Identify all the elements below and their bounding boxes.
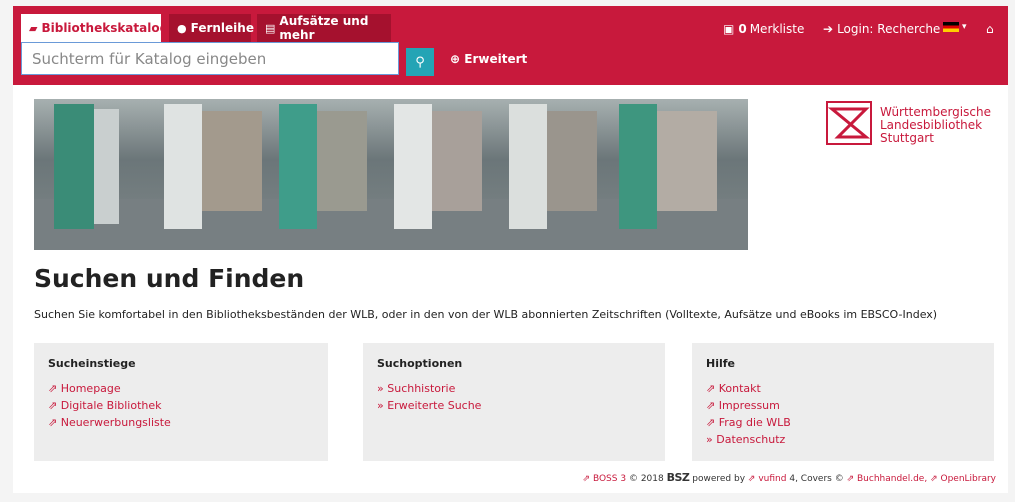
boss-label: BOSS 3 bbox=[592, 474, 627, 484]
caret-down-icon: ▾ bbox=[962, 22, 967, 32]
link-label: Frag die WLB bbox=[718, 416, 791, 429]
language-dropdown[interactable]: ▾ bbox=[943, 22, 967, 32]
tab-bibliothekskatalog[interactable]: ▰ Bibliothekskatalog bbox=[21, 14, 168, 42]
box-title: Hilfe bbox=[706, 357, 735, 370]
tab-aufsaetze[interactable]: ▤ Aufsätze und mehr bbox=[257, 14, 391, 42]
login-link[interactable]: ➔ Login: Recherche bbox=[823, 22, 940, 36]
home-icon: ⌂ bbox=[986, 22, 994, 36]
openlibrary-link[interactable]: ⇗ OpenLibrary bbox=[930, 474, 996, 484]
link-kontakt[interactable]: ⇗ Kontakt bbox=[706, 380, 980, 397]
german-flag-icon bbox=[943, 22, 959, 32]
link-label: Digitale Bibliothek bbox=[60, 399, 162, 412]
link-suchhistorie[interactable]: » Suchhistorie bbox=[377, 380, 651, 397]
page-title: Suchen und Finden bbox=[34, 264, 305, 293]
box-title: Suchoptionen bbox=[377, 357, 463, 370]
powered-by: powered by bbox=[692, 474, 746, 484]
merkliste-label: Merkliste bbox=[749, 22, 805, 36]
wlb-logo-text: Württembergische Landesbibliothek Stuttg… bbox=[880, 106, 991, 145]
link-datenschutz[interactable]: » Datenschutz bbox=[706, 431, 980, 448]
search-button[interactable]: ⚲ bbox=[406, 48, 434, 76]
briefcase-icon: ▣ bbox=[723, 22, 735, 36]
link-frag-die-wlb[interactable]: ⇗ Frag die WLB bbox=[706, 414, 980, 431]
intro-text: Suchen Sie komfortabel in den Bibliothek… bbox=[34, 308, 938, 321]
newspaper-icon: ▤ bbox=[265, 21, 276, 35]
tab-label: Bibliothekskatalog bbox=[41, 21, 169, 35]
library-banner-image bbox=[34, 99, 748, 250]
buchhandel-link[interactable]: ⇗ Buchhandel.de, bbox=[847, 474, 928, 484]
external-link-icon: ⇗ bbox=[48, 416, 58, 429]
bookshelves-illustration bbox=[34, 104, 748, 250]
home-link[interactable]: ⌂ bbox=[986, 22, 994, 36]
link-homepage[interactable]: ⇗ Homepage bbox=[48, 380, 314, 397]
openlibrary-label: OpenLibrary bbox=[940, 474, 996, 484]
link-label: Datenschutz bbox=[716, 433, 786, 446]
external-link-icon: ⇗ bbox=[706, 416, 716, 429]
box-suchoptionen: Suchoptionen » Suchhistorie » Erweiterte… bbox=[363, 343, 665, 461]
login-label: Login: Recherche bbox=[837, 22, 941, 36]
tab-label: Aufsätze und mehr bbox=[279, 14, 369, 42]
link-label: Kontakt bbox=[718, 382, 761, 395]
vufind-label: vufind bbox=[758, 474, 787, 484]
external-link-icon: ⇗ bbox=[930, 474, 938, 484]
external-link-icon: ⇗ bbox=[48, 399, 58, 412]
top-header: ▰ Bibliothekskatalog ● Fernleihe ▤ Aufsä… bbox=[13, 6, 1008, 85]
link-digitale-bibliothek[interactable]: ⇗ Digitale Bibliothek bbox=[48, 397, 314, 414]
logo-line-3: Stuttgart bbox=[880, 131, 934, 145]
external-link-icon: ⇗ bbox=[706, 399, 716, 412]
tab-label: Fernleihe bbox=[190, 21, 254, 35]
merkliste-count: 0 bbox=[738, 22, 747, 36]
merkliste-link[interactable]: ▣ 0 Merkliste bbox=[723, 22, 804, 36]
link-neuerwerbungsliste[interactable]: ⇗ Neuerwerbungsliste bbox=[48, 414, 314, 431]
external-link-icon: ⇗ bbox=[747, 474, 756, 484]
book-icon: ▰ bbox=[29, 21, 38, 35]
box-hilfe: Hilfe ⇗ Kontakt ⇗ Impressum ⇗ Frag die W… bbox=[692, 343, 994, 461]
search-input[interactable]: Suchterm für Katalog eingeben bbox=[21, 42, 399, 75]
link-label: Erweiterte Suche bbox=[387, 399, 482, 412]
vufind-link[interactable]: ⇗ vufind bbox=[748, 474, 787, 484]
link-label: Homepage bbox=[60, 382, 121, 395]
link-label: Neuerwerbungsliste bbox=[60, 416, 171, 429]
footer: ⇗ BOSS 3 © 2018 BSZ powered by ⇗ vufind … bbox=[583, 471, 996, 484]
wlb-logo[interactable] bbox=[826, 101, 872, 149]
box-sucheinstiege: Sucheinstiege ⇗ Homepage ⇗ Digitale Bibl… bbox=[34, 343, 328, 461]
globe-icon: ● bbox=[177, 21, 187, 35]
search-icon: ⚲ bbox=[415, 54, 425, 70]
external-link-icon: ⇗ bbox=[846, 474, 855, 484]
external-link-icon: ⇗ bbox=[48, 382, 58, 395]
advanced-search-link[interactable]: ⊕ Erweitert bbox=[450, 52, 527, 66]
login-icon: ➔ bbox=[823, 22, 834, 36]
external-link-icon: ⇗ bbox=[706, 382, 716, 395]
wlb-logo-mark bbox=[826, 101, 872, 145]
page-frame: ▰ Bibliothekskatalog ● Fernleihe ▤ Aufsä… bbox=[13, 6, 1008, 493]
zoom-icon: ⊕ bbox=[450, 52, 461, 66]
link-erweiterte-suche[interactable]: » Erweiterte Suche bbox=[377, 397, 651, 414]
boss-link[interactable]: ⇗ BOSS 3 bbox=[583, 474, 627, 484]
search-placeholder: Suchterm für Katalog eingeben bbox=[32, 49, 267, 68]
buchhandel-label: Buchhandel.de, bbox=[857, 474, 928, 484]
bsz-logo[interactable]: BSZ bbox=[667, 471, 690, 484]
link-label: Suchhistorie bbox=[387, 382, 456, 395]
box-title: Sucheinstiege bbox=[48, 357, 136, 370]
link-label: Impressum bbox=[718, 399, 780, 412]
covers-text: 4, Covers © bbox=[789, 474, 844, 484]
tab-fernleihe[interactable]: ● Fernleihe bbox=[169, 14, 254, 42]
advanced-label: Erweitert bbox=[464, 52, 528, 66]
link-impressum[interactable]: ⇗ Impressum bbox=[706, 397, 980, 414]
copyright: © 2018 bbox=[628, 474, 664, 484]
external-link-icon: ⇗ bbox=[582, 474, 591, 484]
